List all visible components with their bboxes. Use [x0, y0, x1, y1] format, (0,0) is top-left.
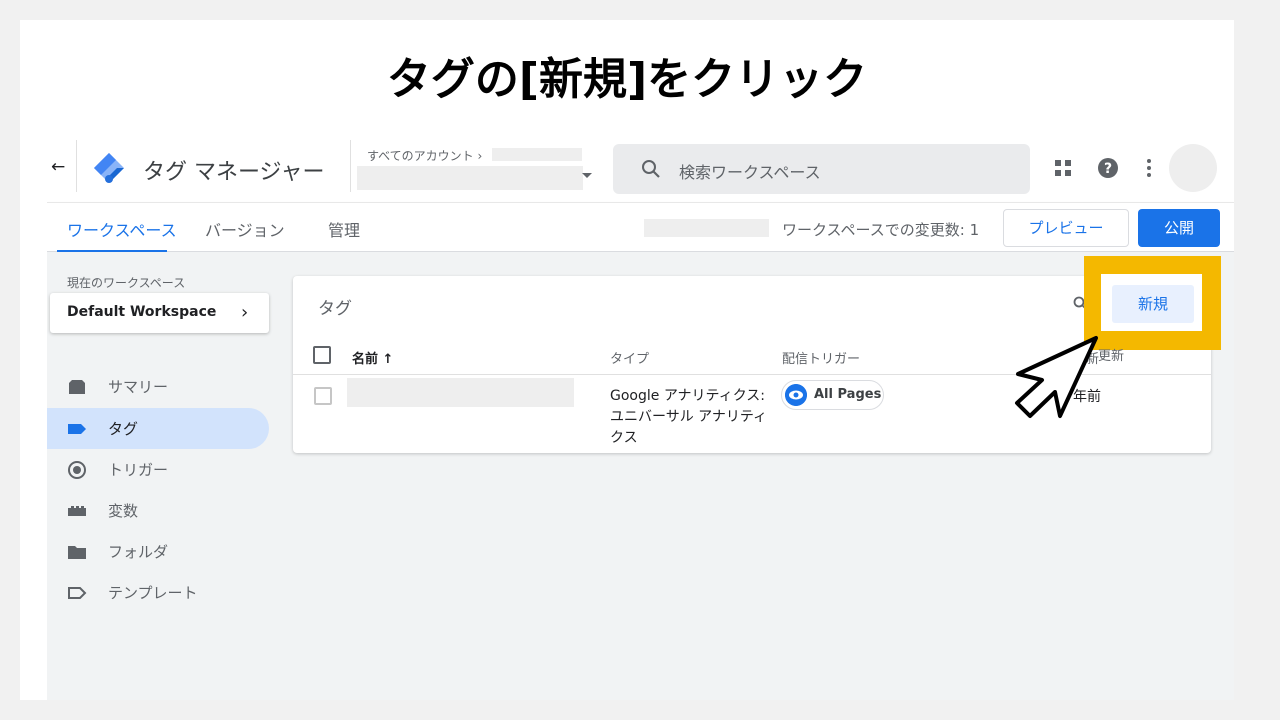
sidebar-item-tags[interactable]: タグ [47, 408, 269, 449]
tab-bar: ワークスペース バージョン 管理 ワークスペースでの変更数: 1 プレビュー 公… [47, 202, 1234, 253]
redacted-account-name [492, 148, 582, 161]
search-placeholder: 検索ワークスペース [679, 163, 821, 182]
trigger-icon [68, 461, 86, 479]
eye-icon [785, 384, 807, 406]
redacted-tag-name[interactable] [347, 378, 574, 407]
tag-icon [68, 424, 86, 434]
main-content: 現在のワークスペース Default Workspace › サマリー タグ ト… [47, 252, 1234, 700]
sidebar-item-variables[interactable]: 変数 [47, 490, 269, 531]
header-divider [350, 140, 351, 192]
redacted-workspace-info [644, 219, 769, 237]
sidebar-item-label: タグ [108, 420, 139, 438]
apps-grid-icon[interactable] [1052, 157, 1074, 179]
sidebar-item-label: トリガー [108, 461, 169, 479]
sidebar-item-label: サマリー [108, 378, 169, 396]
column-header-trigger[interactable]: 配信トリガー [782, 348, 860, 367]
tab-workspace[interactable]: ワークスペース [67, 217, 177, 241]
publish-button[interactable]: 公開 [1138, 209, 1220, 247]
search-workspace[interactable]: 検索ワークスペース [613, 144, 1030, 194]
column-header-type[interactable]: タイプ [610, 348, 649, 367]
row-checkbox[interactable] [314, 387, 332, 405]
header-divider [76, 140, 77, 192]
svg-text:?: ? [1104, 161, 1112, 177]
help-icon[interactable]: ? [1097, 157, 1119, 179]
workspace-selector[interactable]: Default Workspace › [50, 293, 269, 333]
trigger-chip[interactable]: All Pages [781, 380, 884, 410]
arrow-back-icon[interactable]: ← [51, 158, 69, 176]
tag-type: Google アナリティクス: ユニバーサル アナリティクス [610, 388, 768, 446]
more-vert-icon[interactable] [1138, 157, 1160, 179]
current-workspace-label: 現在のワークスペース [67, 276, 186, 290]
sidebar-item-label: 変数 [108, 502, 139, 520]
avatar[interactable] [1169, 144, 1217, 192]
summary-icon [69, 380, 85, 394]
mouse-pointer-icon [1015, 336, 1098, 418]
tab-versions[interactable]: バージョン [205, 217, 285, 241]
sidebar-item-folders[interactable]: フォルダ [47, 531, 269, 572]
search-icon [642, 160, 660, 178]
tab-admin[interactable]: 管理 [328, 217, 360, 241]
workspace-changes-count: ワークスペースでの変更数: 1 [782, 221, 980, 239]
select-all-checkbox[interactable] [313, 346, 331, 364]
slide-title: タグの[新規]をクリック [386, 54, 868, 105]
workspace-name: Default Workspace [67, 304, 217, 320]
template-icon [68, 587, 87, 599]
gtm-logo-icon [94, 153, 124, 183]
container-selector[interactable] [357, 166, 583, 190]
panel-title: タグ [318, 299, 352, 319]
top-header: ← タグ マネージャー すべてのアカウント › 検索ワークスペース ? [47, 130, 1234, 202]
chevron-right-icon: › [241, 302, 249, 323]
sidebar-item-label: テンプレート [108, 584, 198, 602]
column-header-name[interactable]: 名前 ↑ [352, 348, 393, 367]
sidebar-item-summary[interactable]: サマリー [47, 366, 269, 407]
app-name: タグ マネージャー [143, 160, 325, 185]
preview-button[interactable]: プレビュー [1003, 209, 1129, 247]
sidebar-item-label: フォルダ [108, 543, 169, 561]
variables-icon [68, 506, 86, 516]
account-breadcrumb[interactable]: すべてのアカウント › [367, 147, 482, 164]
folder-icon [68, 546, 86, 559]
dropdown-arrow-icon[interactable] [582, 173, 592, 178]
trigger-name: All Pages [814, 387, 882, 402]
highlighted-new-button[interactable]: 新規 [1112, 285, 1194, 323]
sidebar-item-triggers[interactable]: トリガー [47, 449, 269, 490]
sidebar-item-templates[interactable]: テンプレート [47, 572, 269, 613]
